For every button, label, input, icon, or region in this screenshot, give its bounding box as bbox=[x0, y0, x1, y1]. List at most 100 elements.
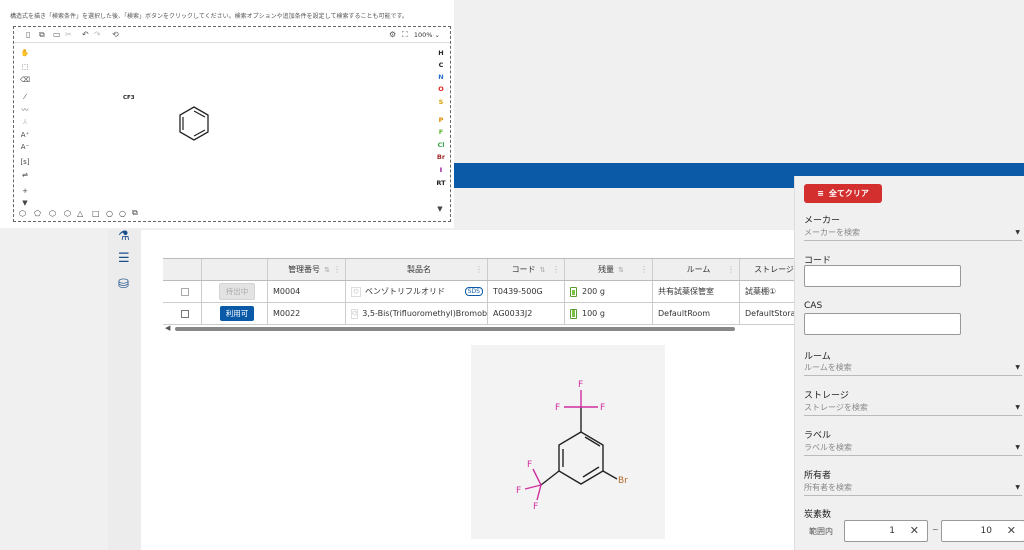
clear-all-button[interactable]: ≡ 全てクリア bbox=[804, 184, 882, 203]
single-bond-icon[interactable]: ⁄ bbox=[19, 93, 31, 101]
table-row[interactable]: 持出中 M0004 ⌬ ベンゾトリフルオリド SDS T0439-500G 200 … bbox=[163, 281, 803, 303]
header-amount[interactable]: 残量 ⇅ ⋮ bbox=[564, 259, 652, 280]
product-name[interactable]: ベンゾトリフルオリド bbox=[365, 286, 445, 297]
row-status: 利用可 bbox=[201, 303, 267, 324]
square-icon[interactable]: □ bbox=[92, 209, 100, 218]
storage-label: ストレージ bbox=[804, 391, 849, 401]
cyclopropane-icon[interactable]: ⬡ bbox=[19, 209, 26, 218]
cas-label: CAS bbox=[804, 301, 823, 311]
octagon-icon[interactable]: ○ bbox=[119, 209, 126, 218]
column-menu-icon[interactable]: ⋮ bbox=[475, 265, 483, 274]
stereo-icon[interactable]: ⅄ bbox=[19, 118, 31, 126]
hand-tool-icon[interactable]: ✋ bbox=[19, 49, 31, 57]
table-row[interactable]: 利用可 M0022 ⌬ 3,5-Bis(Trifluoromethyl)Bromo… bbox=[163, 303, 803, 325]
row-name[interactable]: ⌬3,5-Bis(Trifluoromethyl)Bromobenzene bbox=[345, 303, 487, 324]
element-c-button[interactable]: C bbox=[436, 61, 446, 69]
fluorine-label: F bbox=[533, 502, 538, 512]
redo-icon[interactable]: ↷ bbox=[94, 27, 101, 43]
chain-tool-icon[interactable]: 〰 bbox=[19, 105, 31, 115]
row-code: T0439-500G bbox=[487, 281, 564, 302]
column-menu-icon[interactable]: ⋮ bbox=[727, 265, 735, 274]
canvas-label-cf3[interactable]: CF3 bbox=[123, 95, 135, 101]
battery-level-icon bbox=[570, 286, 577, 297]
close-icon[interactable]: ✕ bbox=[910, 524, 919, 537]
carbon-max-input[interactable]: 10 ✕ bbox=[941, 520, 1024, 542]
row-checkbox[interactable] bbox=[180, 287, 189, 296]
cas-input[interactable] bbox=[804, 313, 961, 335]
circle-icon[interactable]: ○ bbox=[106, 209, 113, 218]
element-cl-button[interactable]: Cl bbox=[436, 141, 446, 149]
search-molecule-icon[interactable]: ⚗ bbox=[118, 230, 132, 244]
row-select[interactable] bbox=[163, 281, 201, 302]
dropdown-icon[interactable]: ▼ bbox=[19, 199, 31, 207]
room-select[interactable]: ルームを検索 ▼ bbox=[804, 362, 1022, 376]
select-tool-icon[interactable]: ⬚ bbox=[19, 63, 31, 71]
element-i-button[interactable]: I bbox=[436, 166, 446, 174]
sgroup-icon[interactable]: [s] bbox=[19, 158, 31, 166]
table-horizontal-scrollbar[interactable]: ◀ bbox=[163, 324, 803, 332]
cyclopentane-icon[interactable]: ⬡ bbox=[49, 209, 56, 218]
benzene-drawing[interactable] bbox=[177, 105, 211, 143]
element-s-button[interactable]: S bbox=[436, 98, 446, 106]
paste-icon[interactable]: ▭ bbox=[53, 27, 61, 43]
owner-placeholder: 所有者を検索 bbox=[804, 483, 852, 492]
settings-icon[interactable]: ⚙ bbox=[389, 27, 396, 43]
element-rt-button[interactable]: RT bbox=[436, 179, 446, 187]
plus-icon[interactable]: + bbox=[19, 187, 31, 195]
element-h-button[interactable]: H bbox=[436, 49, 446, 57]
column-menu-icon[interactable]: ⋮ bbox=[552, 265, 560, 274]
scroll-left-icon[interactable]: ◀ bbox=[165, 324, 170, 332]
column-menu-icon[interactable]: ⋮ bbox=[640, 265, 648, 274]
chevron-down-icon: ▼ bbox=[1015, 229, 1020, 236]
close-icon[interactable]: ✕ bbox=[1007, 524, 1016, 537]
header-id[interactable]: 管理番号 ⇅ ⋮ bbox=[267, 259, 345, 280]
charge-minus-icon[interactable]: A⁻ bbox=[19, 143, 31, 151]
status-badge: 持出中 bbox=[218, 283, 256, 300]
row-checkbox[interactable] bbox=[180, 309, 189, 318]
element-f-button[interactable]: F bbox=[436, 128, 446, 136]
new-file-icon[interactable]: ▯ bbox=[26, 27, 30, 43]
tag-select[interactable]: ラベルを検索 ▼ bbox=[804, 442, 1022, 456]
sort-icon[interactable]: ⇅ bbox=[324, 266, 330, 274]
benzene-template-icon[interactable]: ⬠ bbox=[34, 209, 41, 218]
sds-badge[interactable]: SDS bbox=[464, 287, 483, 296]
row-name[interactable]: ⌬ ベンゾトリフルオリド SDS bbox=[345, 281, 487, 302]
reaction-arrow-icon[interactable]: ⇌ bbox=[19, 171, 31, 179]
triangle-icon[interactable]: △ bbox=[77, 209, 83, 218]
charge-plus-icon[interactable]: A⁺ bbox=[19, 131, 31, 139]
search-list-icon[interactable]: ☰ bbox=[118, 252, 132, 266]
scroll-thumb[interactable] bbox=[175, 327, 735, 331]
range-separator: ~ bbox=[932, 525, 939, 534]
sort-icon[interactable]: ⇅ bbox=[540, 266, 546, 274]
cyclohexane-icon[interactable]: ⬡ bbox=[64, 209, 71, 218]
product-name[interactable]: 3,5-Bis(Trifluoromethyl)Bromobenzene bbox=[362, 309, 487, 318]
undo-icon[interactable]: ↶ bbox=[82, 27, 89, 43]
element-p-button[interactable]: P bbox=[436, 116, 446, 124]
element-o-button[interactable]: O bbox=[436, 85, 446, 93]
database-settings-icon[interactable]: ⛁ bbox=[118, 278, 132, 292]
palette-dropdown-icon[interactable]: ▼ bbox=[434, 205, 446, 213]
zoom-value: 100% bbox=[413, 31, 433, 39]
template-library-icon[interactable]: ⧉ bbox=[132, 208, 138, 218]
owner-select[interactable]: 所有者を検索 ▼ bbox=[804, 482, 1022, 496]
header-name[interactable]: 製品名 ⋮ bbox=[345, 259, 487, 280]
eraser-icon[interactable]: ⌫ bbox=[19, 76, 31, 84]
zoom-select[interactable]: 100% ⌄ bbox=[414, 27, 440, 43]
header-room[interactable]: ルーム ⋮ bbox=[652, 259, 739, 280]
storage-select[interactable]: ストレージを検索 ▼ bbox=[804, 402, 1022, 416]
sort-icon[interactable]: ⇅ bbox=[618, 266, 624, 274]
carbon-min-value: 1 bbox=[889, 526, 895, 536]
code-input[interactable] bbox=[804, 265, 961, 287]
cut-icon[interactable]: ✂ bbox=[65, 27, 72, 43]
element-n-button[interactable]: N bbox=[436, 73, 446, 81]
row-select[interactable] bbox=[163, 303, 201, 324]
carbon-min-input[interactable]: 1 ✕ bbox=[844, 520, 928, 542]
copy-icon[interactable]: ⧉ bbox=[39, 27, 45, 43]
clean-structure-icon[interactable]: ⟲ bbox=[112, 27, 119, 43]
header-code[interactable]: コード ⇅ ⋮ bbox=[487, 259, 564, 280]
structure-editor[interactable]: ▯ ⧉ ▭ ✂ ↶ ↷ ⟲ ⚙ ⛶ 100% ⌄ ✋ ⬚ ⌫ ⁄ 〰 ⅄ A⁺ … bbox=[13, 26, 451, 222]
maker-select[interactable]: メーカーを検索 ▼ bbox=[804, 227, 1022, 241]
fullscreen-icon[interactable]: ⛶ bbox=[402, 27, 408, 43]
column-menu-icon[interactable]: ⋮ bbox=[333, 265, 341, 274]
element-br-button[interactable]: Br bbox=[436, 153, 446, 161]
